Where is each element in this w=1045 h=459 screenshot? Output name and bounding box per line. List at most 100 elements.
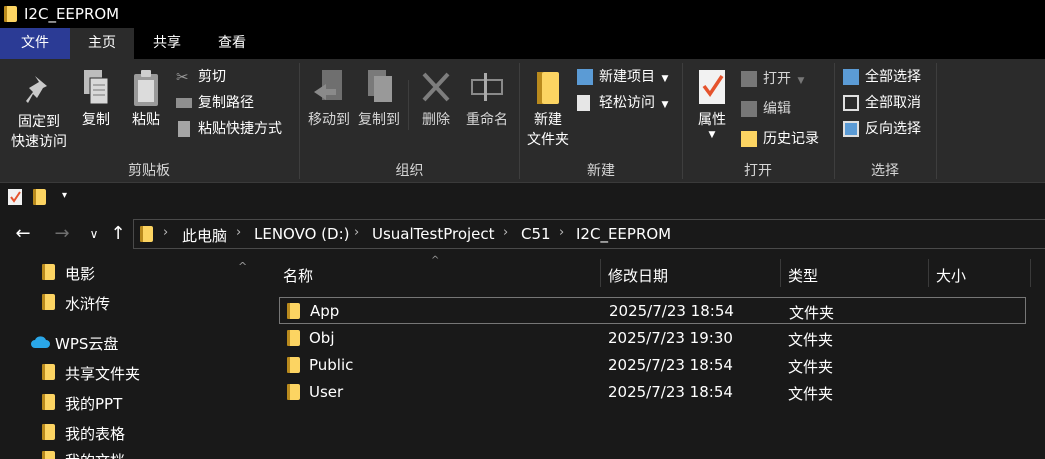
table-row[interactable]: Public 2025/7/23 18:54 文件夹	[279, 352, 1026, 379]
select-none-button[interactable]: 全部取消	[843, 92, 921, 114]
rename-button[interactable]: 重命名	[460, 68, 514, 130]
cut-label: 剪切	[198, 69, 226, 85]
delete-label: 删除	[422, 112, 450, 128]
chevron-right-icon[interactable]: ›	[354, 225, 359, 240]
chevron-right-icon[interactable]: ›	[503, 225, 508, 240]
table-row[interactable]: User 2025/7/23 18:54 文件夹	[279, 379, 1026, 406]
folder-icon	[140, 226, 153, 242]
open-label: 打开	[763, 71, 791, 87]
new-folder-button[interactable]: 新建 文件夹	[522, 68, 574, 150]
tab-share[interactable]: 共享	[134, 28, 200, 59]
navigation-pane	[0, 257, 258, 459]
customize-toolbar-icon[interactable]: ▾	[62, 190, 67, 201]
copy-path-icon	[176, 98, 192, 108]
breadcrumb-c51[interactable]: C51	[521, 225, 551, 243]
column-divider[interactable]	[928, 259, 929, 287]
folder-icon	[287, 384, 300, 400]
shared-folder-icon	[42, 364, 55, 380]
edit-button[interactable]: 编辑	[741, 98, 791, 120]
file-type: 文件夹	[788, 331, 834, 349]
column-header-size[interactable]: 大小	[936, 265, 966, 286]
open-button[interactable]: 打开 ▼	[741, 68, 804, 90]
file-name: Obj	[309, 329, 335, 347]
scroll-up-arrow-icon[interactable]: ^	[238, 260, 247, 273]
easy-access-button[interactable]: 轻松访问 ▼	[577, 92, 668, 114]
chevron-down-icon: ▼	[797, 76, 805, 86]
chevron-right-icon[interactable]: ›	[559, 225, 564, 240]
column-header-type[interactable]: 类型	[788, 265, 818, 286]
file-type: 文件夹	[788, 385, 834, 403]
properties-quick-icon[interactable]	[8, 189, 22, 205]
column-divider[interactable]	[780, 259, 781, 287]
column-header-name[interactable]: 名称	[283, 265, 313, 286]
table-row[interactable]: App 2025/7/23 18:54 文件夹	[279, 297, 1026, 324]
nav-item-label: 电影	[65, 265, 96, 283]
copy-path-button[interactable]: 复制路径	[176, 92, 254, 114]
select-all-label: 全部选择	[865, 69, 921, 85]
breadcrumb-drive[interactable]: LENOVO (D:)	[254, 225, 349, 243]
column-divider[interactable]	[600, 259, 601, 287]
up-arrow-icon[interactable]: ↑	[108, 222, 128, 246]
table-row[interactable]: Obj 2025/7/23 19:30 文件夹	[279, 325, 1026, 352]
cloud-icon	[31, 336, 50, 348]
title-bar	[0, 0, 1045, 28]
chevron-right-icon[interactable]: ›	[236, 225, 241, 240]
file-date: 2025/7/23 18:54	[609, 302, 734, 320]
cut-button[interactable]: ✂ 剪切	[176, 66, 226, 88]
tab-view[interactable]: 查看	[200, 28, 264, 59]
chevron-down-icon: ▼	[661, 100, 669, 110]
breadcrumb-this-pc[interactable]: 此电脑	[182, 225, 227, 246]
breadcrumb-current-folder[interactable]: I2C_EEPROM	[576, 225, 671, 243]
recent-locations-chevron-icon[interactable]: ∨	[84, 222, 104, 246]
nav-item-label: 我的表格	[65, 425, 126, 443]
pin-icon	[26, 76, 47, 103]
file-name: User	[309, 383, 344, 401]
scissors-icon: ✂	[176, 68, 189, 86]
paste-shortcut-button[interactable]: 粘贴快捷方式	[176, 118, 282, 140]
paste-button[interactable]: 粘贴	[126, 68, 166, 130]
easy-access-label: 轻松访问	[599, 95, 655, 111]
forward-arrow-icon[interactable]: →	[52, 222, 72, 246]
new-folder-icon	[537, 72, 559, 104]
open-icon	[741, 71, 757, 87]
folder-icon	[4, 6, 17, 22]
open-group-label: 打开	[744, 163, 772, 179]
chevron-down-icon: ▼	[708, 130, 716, 140]
file-type: 文件夹	[788, 358, 834, 376]
paste-shortcut-icon	[178, 121, 190, 137]
pin-quick-access-button[interactable]: 固定到 快速访问	[4, 70, 74, 152]
easy-access-icon	[577, 95, 590, 111]
back-arrow-icon[interactable]: ←	[13, 222, 33, 246]
tab-home[interactable]: 主页	[70, 28, 134, 60]
divider	[408, 80, 409, 130]
file-type: 文件夹	[789, 304, 835, 322]
column-header-date[interactable]: 修改日期	[608, 265, 668, 286]
invert-selection-button[interactable]: 反向选择	[843, 118, 921, 140]
column-divider[interactable]	[1030, 259, 1031, 287]
properties-button[interactable]: 属性 ▼	[690, 68, 734, 140]
new-item-button[interactable]: 新建项目 ▼	[577, 66, 668, 88]
folder-icon	[287, 330, 300, 346]
delete-x-icon	[422, 72, 450, 102]
organize-group-label: 组织	[395, 163, 424, 179]
new-folder-quick-icon[interactable]	[33, 189, 46, 205]
file-date: 2025/7/23 19:30	[608, 329, 733, 347]
new-folder-label-line2: 文件夹	[527, 132, 569, 148]
new-item-label: 新建项目	[599, 69, 655, 85]
nav-scrollbar[interactable]	[234, 257, 258, 459]
select-all-button[interactable]: 全部选择	[843, 66, 921, 88]
delete-button[interactable]: 删除	[414, 68, 458, 130]
chevron-right-icon[interactable]: ›	[163, 225, 168, 240]
select-none-icon	[843, 95, 859, 111]
tab-file[interactable]: 文件	[0, 28, 70, 59]
history-button[interactable]: 历史记录	[741, 128, 819, 150]
properties-label: 属性	[698, 112, 726, 128]
copy-to-button[interactable]: 复制到	[354, 68, 404, 130]
copy-button[interactable]: 复制	[76, 68, 116, 130]
invert-selection-label: 反向选择	[865, 121, 921, 137]
file-name: Public	[309, 356, 354, 374]
file-date: 2025/7/23 18:54	[608, 356, 733, 374]
select-none-label: 全部取消	[865, 95, 921, 111]
breadcrumb-project[interactable]: UsualTestProject	[372, 225, 495, 243]
move-to-button[interactable]: 移动到	[304, 68, 354, 130]
